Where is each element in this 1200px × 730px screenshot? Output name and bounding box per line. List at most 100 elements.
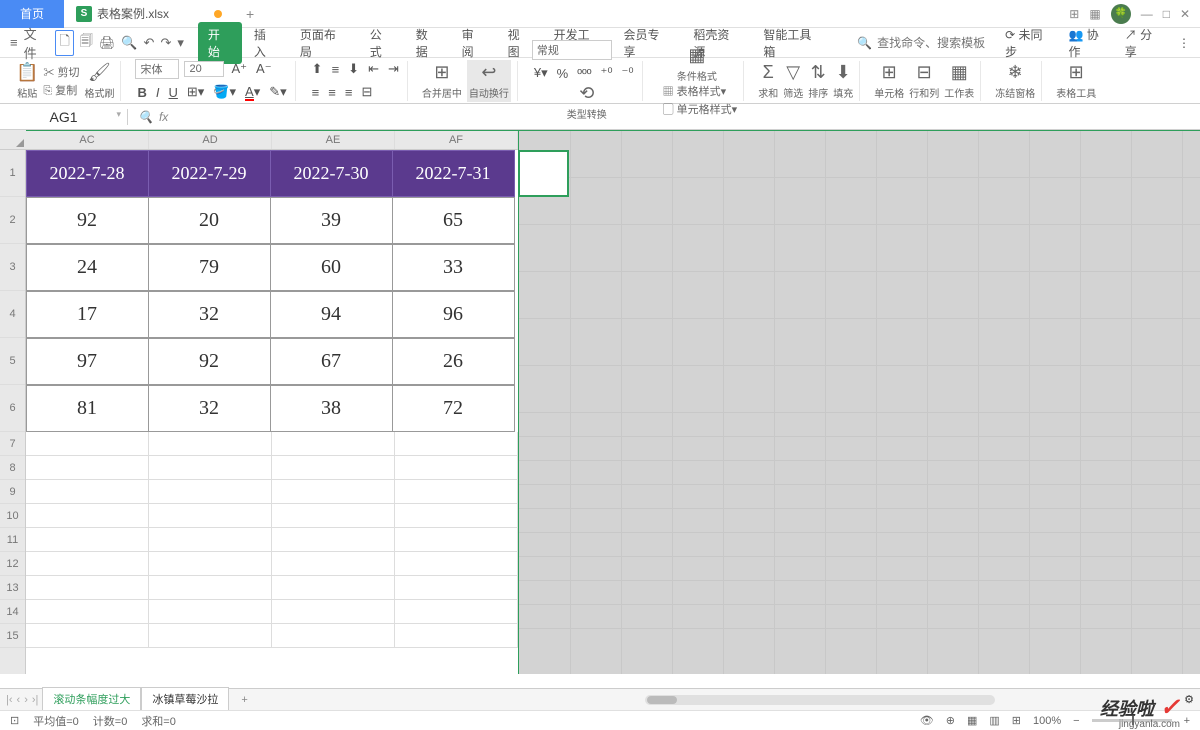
sort-icon[interactable]: ⇅ bbox=[811, 62, 826, 83]
table-style-button[interactable]: ▦ 表格样式▾ bbox=[663, 83, 738, 99]
save-icon[interactable]: 🗋 bbox=[55, 30, 73, 56]
zoom-in-button[interactable]: + bbox=[1184, 715, 1190, 727]
cond-format-icon[interactable]: ▦ bbox=[688, 45, 705, 66]
row-header[interactable]: 12 bbox=[0, 552, 25, 576]
row-header[interactable]: 9 bbox=[0, 480, 25, 504]
menu-icon[interactable]: ≡ bbox=[10, 35, 18, 50]
italic-button[interactable]: I bbox=[154, 83, 162, 102]
collab-button[interactable]: 👥 协作 bbox=[1068, 26, 1110, 60]
decimal-dec-icon[interactable]: ⁻⁰ bbox=[620, 63, 636, 83]
grid-icon[interactable]: ▦ bbox=[1089, 7, 1100, 21]
row-header[interactable]: 15 bbox=[0, 624, 25, 648]
distribute-icon[interactable]: ⊟ bbox=[359, 82, 374, 102]
data-cell[interactable]: 94 bbox=[270, 291, 393, 338]
border-icon[interactable]: ⊞▾ bbox=[185, 82, 206, 102]
row-header[interactable]: 13 bbox=[0, 576, 25, 600]
file-menu[interactable]: 文件 bbox=[24, 24, 50, 62]
indent-right-icon[interactable]: ⇥ bbox=[386, 59, 401, 79]
sheet-tab[interactable]: 冰镇草莓沙拉 bbox=[141, 687, 229, 712]
col-header[interactable]: AE bbox=[272, 130, 395, 149]
header-cell[interactable]: 2022-7-31 bbox=[392, 150, 515, 197]
menu-tab-1[interactable]: 插入 bbox=[244, 22, 288, 64]
view-page-icon[interactable]: ⊞ bbox=[1012, 714, 1021, 727]
menu-tab-10[interactable]: 智能工具箱 bbox=[753, 22, 833, 64]
row-header[interactable]: 6 bbox=[0, 385, 25, 432]
data-cell[interactable]: 60 bbox=[270, 244, 393, 291]
copy-button[interactable]: ⎘ 复制 bbox=[43, 82, 79, 98]
row-header[interactable]: 4 bbox=[0, 291, 25, 338]
print-icon[interactable]: 🖨 bbox=[99, 35, 116, 51]
cut-button[interactable]: ✂ 剪切 bbox=[43, 64, 79, 80]
align-top-icon[interactable]: ⬆ bbox=[310, 59, 325, 79]
sheet-nav-button[interactable]: › bbox=[24, 694, 28, 706]
center-icon[interactable]: ⊕ bbox=[946, 714, 955, 727]
decrease-font-icon[interactable]: A⁻ bbox=[254, 59, 274, 79]
data-cell[interactable]: 92 bbox=[26, 197, 149, 244]
decimal-inc-icon[interactable]: ⁺⁰ bbox=[598, 63, 614, 83]
data-cell[interactable]: 32 bbox=[148, 385, 271, 432]
align-middle-icon[interactable]: ≡ bbox=[330, 60, 342, 79]
add-sheet-button[interactable]: + bbox=[233, 694, 255, 706]
data-cell[interactable]: 81 bbox=[26, 385, 149, 432]
data-cell[interactable]: 67 bbox=[270, 338, 393, 385]
paste-icon[interactable]: 📋 bbox=[16, 62, 38, 83]
percent-icon[interactable]: % bbox=[555, 64, 571, 83]
wrap-icon[interactable]: ↩ bbox=[481, 62, 496, 83]
align-bottom-icon[interactable]: ⬇ bbox=[346, 59, 361, 79]
align-right-icon[interactable]: ≡ bbox=[343, 83, 355, 102]
layout-icon[interactable]: ⊞ bbox=[1069, 7, 1079, 21]
h-scrollbar[interactable] bbox=[260, 695, 1180, 705]
worksheet-icon[interactable]: ▦ bbox=[951, 62, 968, 83]
name-box[interactable]: AG1 bbox=[0, 109, 128, 125]
fill-color-icon[interactable]: 🪣▾ bbox=[211, 82, 238, 102]
type-convert-icon[interactable]: ⟲ bbox=[579, 83, 594, 104]
data-cell[interactable]: 72 bbox=[392, 385, 515, 432]
menu-tab-0[interactable]: 开始 bbox=[198, 22, 242, 64]
data-cell[interactable]: 20 bbox=[148, 197, 271, 244]
data-cell[interactable]: 65 bbox=[392, 197, 515, 244]
data-cell[interactable]: 38 bbox=[270, 385, 393, 432]
filter-icon[interactable]: ▽ bbox=[786, 62, 800, 83]
row-header[interactable]: 3 bbox=[0, 244, 25, 291]
data-cell[interactable]: 33 bbox=[392, 244, 515, 291]
header-cell[interactable]: 2022-7-28 bbox=[26, 150, 149, 197]
underline-button[interactable]: U bbox=[167, 83, 180, 102]
number-format-select[interactable]: 常规 bbox=[532, 40, 612, 60]
font-name-select[interactable]: 宋体 bbox=[135, 59, 179, 79]
share-button[interactable]: ↗ 分享 bbox=[1125, 26, 1164, 60]
sheet-nav-button[interactable]: |‹ bbox=[6, 694, 13, 706]
freeze-icon[interactable]: ❄ bbox=[1008, 62, 1023, 83]
more-icon[interactable]: ⋮ bbox=[1178, 36, 1190, 50]
data-cell[interactable]: 26 bbox=[392, 338, 515, 385]
user-avatar[interactable]: 🍀 bbox=[1111, 4, 1131, 24]
menu-tab-2[interactable]: 页面布局 bbox=[290, 22, 358, 64]
view-normal-icon[interactable]: ▦ bbox=[967, 714, 977, 727]
eye-icon[interactable]: 👁 bbox=[920, 714, 934, 727]
data-cell[interactable]: 79 bbox=[148, 244, 271, 291]
row-header[interactable]: 14 bbox=[0, 600, 25, 624]
font-color-icon[interactable]: A▾ bbox=[243, 82, 262, 102]
indent-left-icon[interactable]: ⇤ bbox=[366, 59, 381, 79]
data-cell[interactable]: 92 bbox=[148, 338, 271, 385]
sheet-nav-button[interactable]: ‹ bbox=[17, 694, 21, 706]
maximize-button[interactable]: □ bbox=[1163, 7, 1170, 21]
data-cell[interactable]: 97 bbox=[26, 338, 149, 385]
preview-icon[interactable]: 🔍 bbox=[121, 35, 137, 51]
format-painter-icon[interactable]: 🖌 bbox=[88, 62, 111, 83]
unsync-button[interactable]: ⟳ 未同步 bbox=[1005, 26, 1054, 60]
menu-tab-4[interactable]: 数据 bbox=[406, 22, 450, 64]
data-cell[interactable]: 17 bbox=[26, 291, 149, 338]
col-header[interactable]: AD bbox=[149, 130, 272, 149]
undo-icon[interactable]: ↶ bbox=[144, 35, 155, 51]
active-cell[interactable] bbox=[518, 150, 569, 197]
sheet-nav-button[interactable]: ›| bbox=[32, 694, 39, 706]
row-header[interactable]: 7 bbox=[0, 432, 25, 456]
cell-style-button[interactable]: ▢ 单元格样式▾ bbox=[663, 101, 738, 117]
bold-button[interactable]: B bbox=[135, 83, 148, 102]
dropdown-icon[interactable]: ▾ bbox=[177, 35, 184, 51]
row-header[interactable]: 11 bbox=[0, 528, 25, 552]
close-button[interactable]: ✕ bbox=[1180, 7, 1190, 21]
data-cell[interactable]: 39 bbox=[270, 197, 393, 244]
font-size-select[interactable]: 20 bbox=[184, 61, 224, 77]
col-header[interactable]: AF bbox=[395, 130, 518, 149]
